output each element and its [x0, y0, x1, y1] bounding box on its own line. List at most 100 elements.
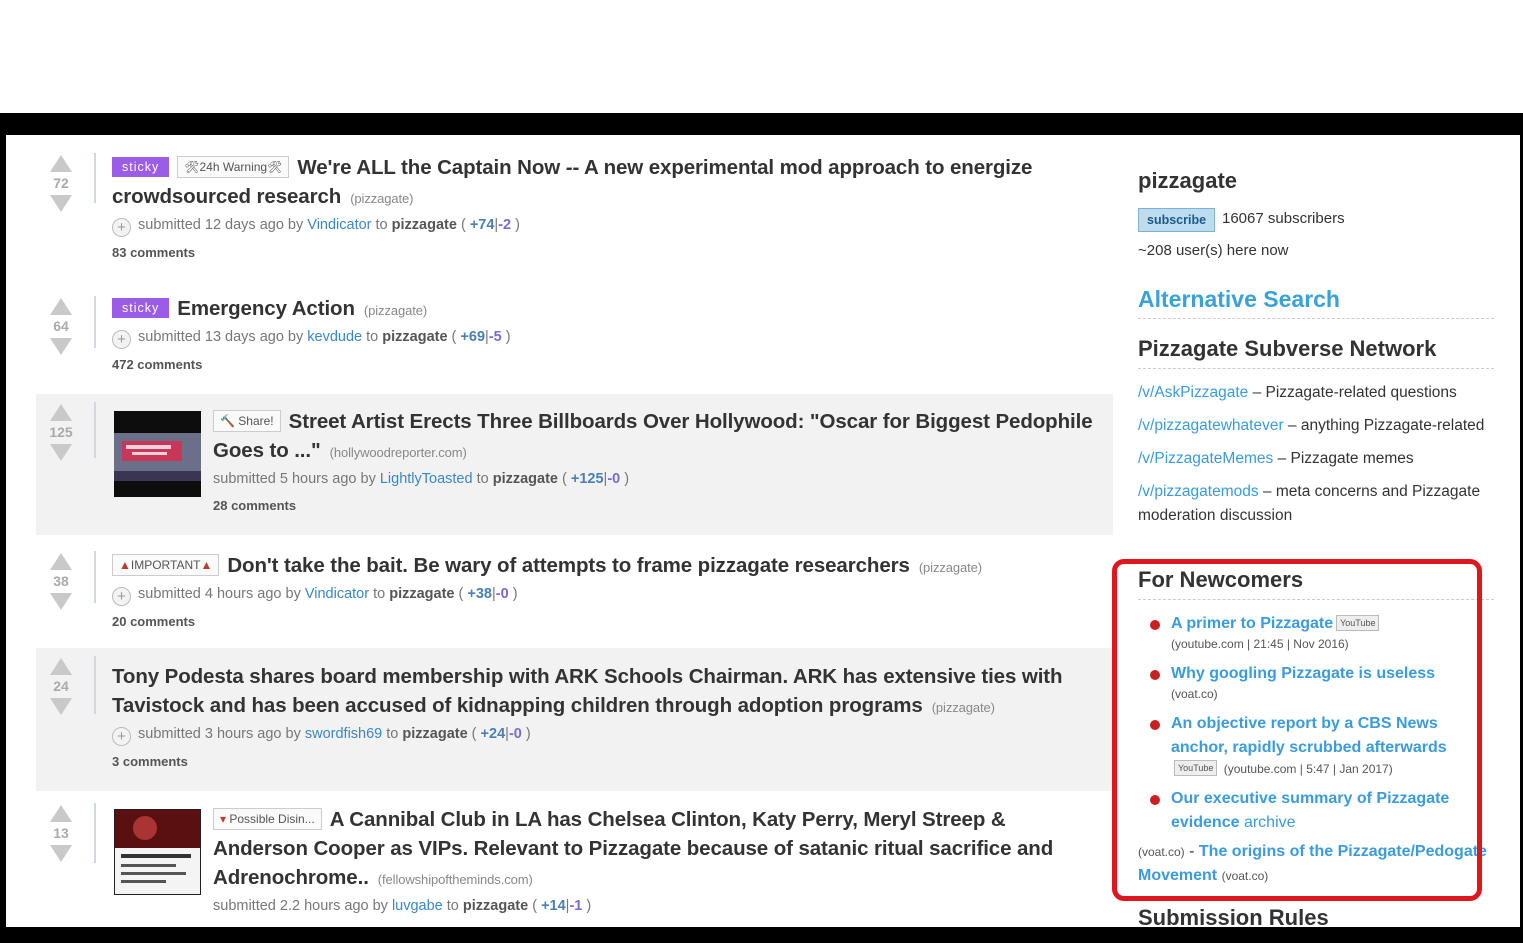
submission-title[interactable]: Don't take the bait. Be wary of attempts… — [227, 554, 910, 577]
submission-body: sticky 🛠24h Warning🛠 We're ALL the Captain… — [112, 153, 1103, 260]
network-link[interactable]: /v/AskPizzagate — [1138, 384, 1248, 401]
alternative-search-link[interactable]: Alternative Search — [1138, 286, 1494, 319]
downvote-arrow-icon[interactable] — [50, 698, 72, 715]
user-link[interactable]: kevdude — [307, 329, 362, 345]
newcomer-item: Our executive summary of Pizzagate evide… — [1150, 787, 1480, 835]
vote-widget: 125 — [46, 404, 76, 461]
submission-title[interactable]: Emergency Action — [177, 297, 355, 320]
network-link[interactable]: /v/pizzagatemods — [1138, 483, 1259, 500]
flair-tag: ▾ Possible Disin... — [213, 808, 322, 830]
newcomer-item: A primer to Pizzagate YouTube (youtube.co… — [1150, 612, 1480, 652]
tagline: submitted 5 hours ago by LightlyToasted … — [213, 471, 630, 487]
submission-thumbnail[interactable] — [114, 411, 201, 497]
archive-link[interactable]: archive — [1244, 814, 1296, 831]
subverse-link[interactable]: pizzagate — [402, 726, 467, 742]
divider — [94, 551, 96, 603]
newcomer-link[interactable]: An objective report by a CBS News anchor… — [1171, 715, 1447, 756]
subverse-link[interactable]: pizzagate — [392, 217, 457, 233]
submitted-text: submitted 12 days ago by — [138, 217, 304, 233]
comments-link[interactable]: 3 comments — [112, 754, 1103, 769]
user-link[interactable]: swordfish69 — [305, 726, 382, 742]
submission-domain[interactable]: (hollywoodreporter.com) — [330, 445, 467, 460]
user-link[interactable]: Vindicator — [305, 586, 369, 602]
downvote-arrow-icon[interactable] — [50, 593, 72, 610]
upvote-arrow-icon[interactable] — [50, 553, 72, 570]
subverse-link[interactable]: pizzagate — [389, 586, 454, 602]
vote-widget: 38 — [46, 553, 76, 610]
submission-domain[interactable]: (pizzagate) — [932, 700, 995, 715]
upvote-arrow-icon[interactable] — [50, 298, 72, 315]
downvote-arrow-icon[interactable] — [50, 845, 72, 862]
score: 64 — [53, 318, 69, 334]
subverse-link[interactable]: pizzagate — [493, 471, 558, 487]
downvotes: -1 — [569, 898, 583, 914]
newcomer-meta: YouTube (youtube.com | 5:47 | Jan 2017) — [1171, 760, 1480, 777]
upvote-arrow-icon[interactable] — [50, 404, 72, 421]
newcomer-meta: (youtube.com | 21:45 | Nov 2016) — [1171, 637, 1349, 651]
submission-title[interactable]: A Cannibal Club in LA has Chelsea Clinto… — [213, 808, 1053, 889]
upvote-arrow-icon[interactable] — [50, 155, 72, 172]
comments-link[interactable]: 472 comments — [112, 357, 1103, 372]
subscribe-button[interactable]: subscribe — [1138, 208, 1216, 232]
newcomer-link[interactable]: Our executive summary of Pizzagate evide… — [1171, 790, 1449, 831]
submission-domain[interactable]: (pizzagate) — [919, 560, 982, 575]
network-item: /v/AskPizzagate – Pizzagate-related ques… — [1138, 381, 1488, 405]
subverse-link[interactable]: pizzagate — [463, 898, 528, 914]
expand-icon[interactable]: + — [112, 727, 131, 746]
downvotes: -0 — [607, 471, 621, 487]
sticky-tag: sticky — [112, 298, 170, 318]
upvotes: +14 — [541, 898, 566, 914]
origins-entry: (voat.co) - The origins of the Pizzagate… — [1138, 840, 1488, 888]
upvote-arrow-icon[interactable] — [50, 805, 72, 822]
newcomer-item: Why googling Pizzagate is useless (voat.… — [1150, 662, 1480, 702]
user-link[interactable]: LightlyToasted — [380, 471, 473, 487]
upvotes: +38 — [467, 586, 492, 602]
separator: - — [1184, 843, 1199, 860]
downvote-arrow-icon[interactable] — [50, 195, 72, 212]
subverse-link[interactable]: pizzagate — [382, 329, 447, 345]
flair-label: Possible Disin... — [229, 812, 315, 826]
user-link[interactable]: luvgabe — [392, 898, 443, 914]
flair-tag: ▲IMPORTANT▲ — [112, 554, 220, 576]
newcomer-link[interactable]: Why googling Pizzagate is useless — [1171, 665, 1435, 682]
newcomer-meta-text: (youtube.com | 5:47 | Jan 2017) — [1223, 762, 1393, 776]
comments-link[interactable]: 83 comments — [112, 245, 1103, 260]
bullet-icon — [1150, 795, 1160, 805]
score: 24 — [53, 678, 69, 694]
voat-page: 72 sticky 🛠24h Warning🛠 We're ALL the Capt… — [6, 135, 1520, 927]
submission-rules-heading: Submission Rules — [1138, 905, 1329, 927]
comments-link[interactable]: 20 comments — [112, 614, 1103, 629]
expand-icon[interactable]: + — [112, 587, 131, 606]
comments-link[interactable]: 28 comments — [213, 498, 1103, 513]
newcomers-heading: For Newcomers — [1138, 567, 1494, 600]
expand-icon[interactable]: + — [112, 330, 131, 349]
newcomer-item: An objective report by a CBS News anchor… — [1150, 712, 1480, 777]
bullet-icon — [1150, 620, 1160, 630]
submission-domain[interactable]: (pizzagate) — [350, 191, 413, 206]
title-line: sticky Emergency Action (pizzagate) — [112, 294, 1103, 325]
network-item: /v/PizzagateMemes – Pizzagate memes — [1138, 447, 1488, 471]
to-text: to — [373, 586, 386, 602]
downvotes: -0 — [495, 586, 509, 602]
network-link[interactable]: /v/PizzagateMemes — [1138, 450, 1273, 467]
youtube-badge: YouTube — [1336, 615, 1380, 631]
network-link[interactable]: /v/pizzagatewhatever — [1138, 417, 1284, 434]
upvotes: +125 — [570, 471, 604, 487]
submission-domain[interactable]: (pizzagate) — [364, 303, 427, 318]
network-item: /v/pizzagatemods – meta concerns and Piz… — [1138, 480, 1488, 528]
expand-icon[interactable]: + — [112, 218, 131, 237]
to-text: to — [476, 471, 489, 487]
submission-domain[interactable]: (fellowshipoftheminds.com) — [378, 872, 533, 887]
newcomer-link[interactable]: A primer to Pizzagate — [1171, 615, 1333, 632]
screenshot-frame-bottom — [0, 927, 1523, 943]
submission-title[interactable]: Tony Podesta shares board membership wit… — [112, 665, 1063, 717]
users-here-now: ~208 user(s) here now — [1138, 242, 1289, 259]
user-link[interactable]: Vindicator — [307, 217, 371, 233]
upvote-arrow-icon[interactable] — [50, 658, 72, 675]
vote-widget: 24 — [46, 658, 76, 715]
downvote-arrow-icon[interactable] — [50, 338, 72, 355]
downvote-arrow-icon[interactable] — [50, 444, 72, 461]
subverse-name[interactable]: pizzagate — [1138, 168, 1237, 194]
bullet-icon — [1150, 720, 1160, 730]
submission-thumbnail[interactable] — [114, 809, 201, 895]
